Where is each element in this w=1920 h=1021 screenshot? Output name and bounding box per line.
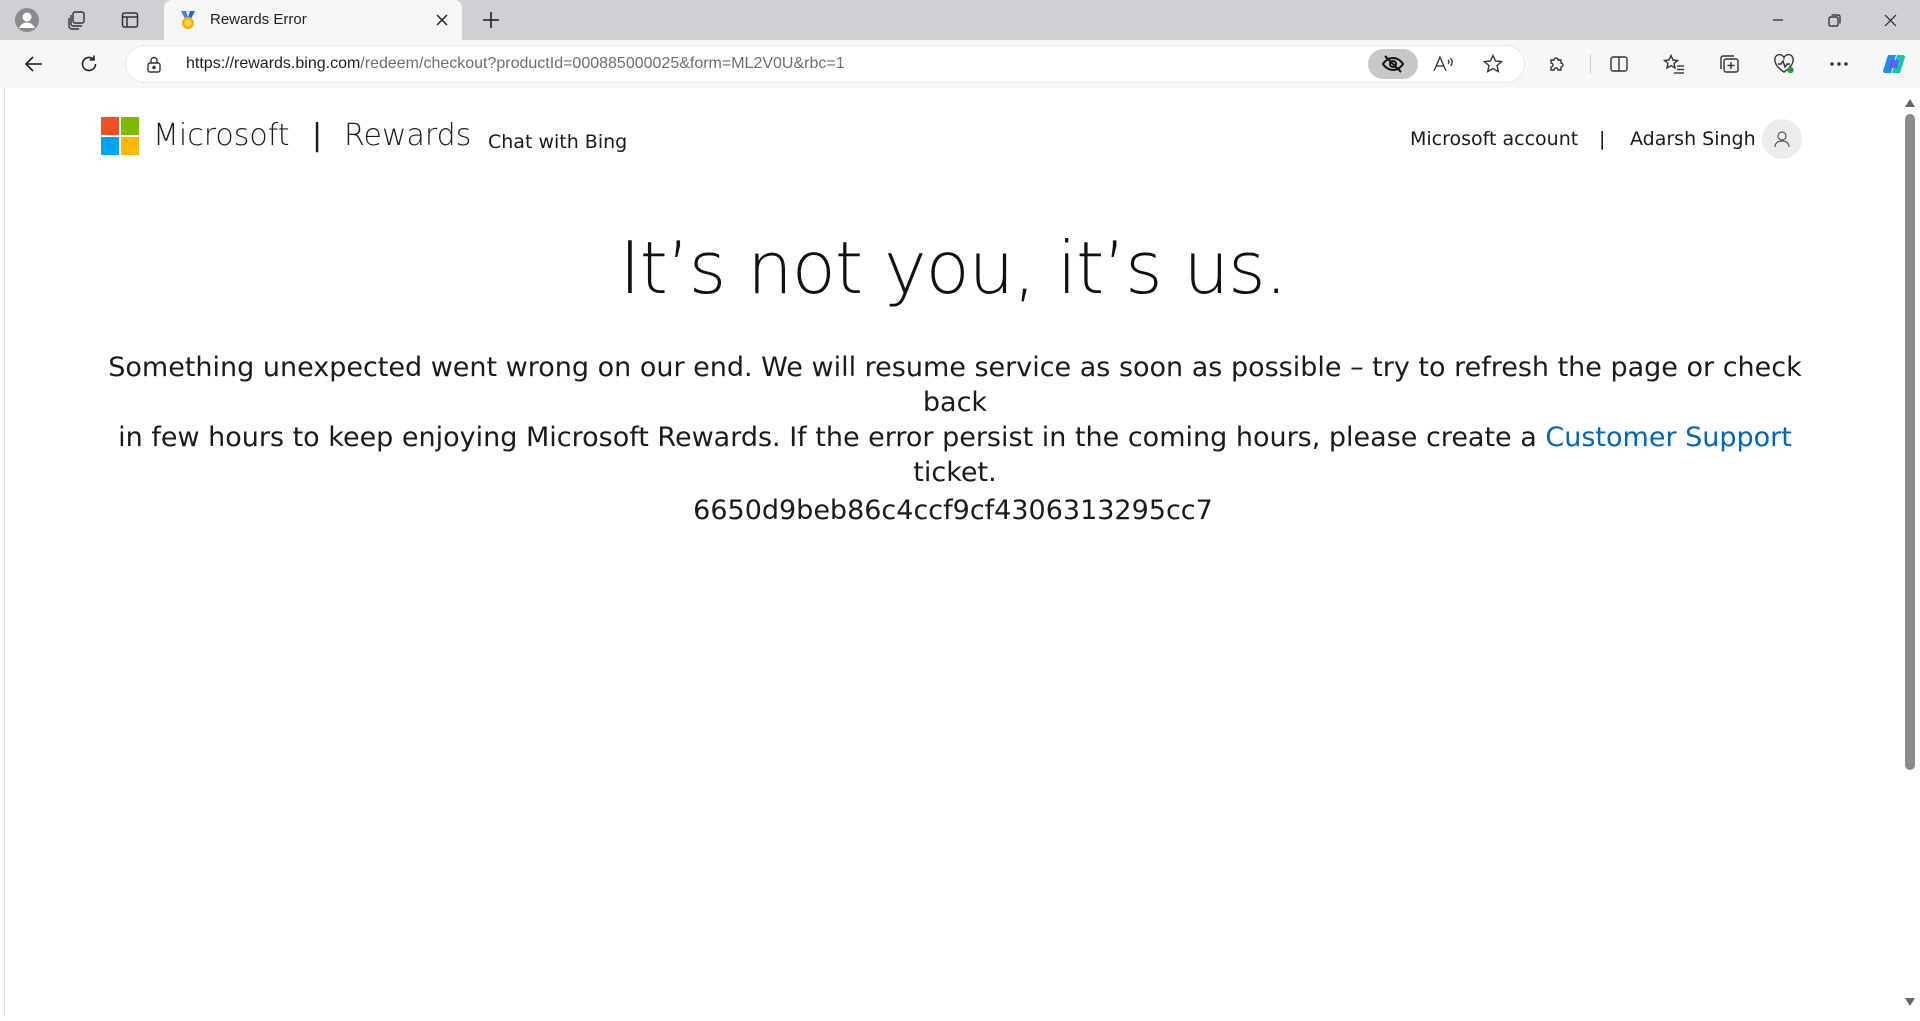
add-favorite-button[interactable] xyxy=(1479,50,1507,78)
error-code: 6650d9beb86c4ccf9cf4306313295cc7 xyxy=(693,495,1213,526)
error-message: Something unexpected went wrong on our e… xyxy=(105,350,1805,490)
logo-square-red xyxy=(101,117,119,135)
customer-support-link[interactable]: Customer Support xyxy=(1545,422,1791,453)
refresh-button[interactable] xyxy=(71,46,107,82)
triangle-up-icon xyxy=(1905,99,1915,107)
close-icon xyxy=(436,14,448,26)
page-scrollbar[interactable] xyxy=(1900,88,1920,1021)
tab-close-button[interactable] xyxy=(432,10,452,30)
collections-button[interactable] xyxy=(1713,48,1745,80)
brand-separator: | xyxy=(312,118,323,153)
scrollbar-thumb[interactable] xyxy=(1905,114,1915,770)
toolbar-divider xyxy=(1590,54,1591,74)
split-screen-button[interactable] xyxy=(1603,48,1635,80)
back-button[interactable] xyxy=(16,46,52,82)
vertical-tabs-button[interactable] xyxy=(113,3,147,37)
url-text: https://rewards.bing.com/redeem/checkout… xyxy=(186,55,845,73)
split-screen-icon xyxy=(1610,56,1628,72)
copilot-button[interactable] xyxy=(1878,48,1910,80)
error-message-line1: Something unexpected went wrong on our e… xyxy=(108,352,1802,418)
chat-with-bing-link[interactable]: Chat with Bing xyxy=(488,131,627,153)
read-aloud-button[interactable] xyxy=(1430,50,1458,78)
logo-square-blue xyxy=(101,137,119,155)
eye-slash-icon xyxy=(1382,55,1404,73)
favorites-button[interactable] xyxy=(1658,48,1690,80)
tracking-prevention-button[interactable] xyxy=(1368,49,1418,79)
active-tab[interactable]: Rewards Error xyxy=(164,0,462,40)
error-message-line2: in few hours to keep enjoying Microsoft … xyxy=(118,422,1546,453)
scroll-up-button[interactable] xyxy=(1904,97,1916,109)
restore-button[interactable] xyxy=(1806,0,1862,40)
lock-icon xyxy=(147,56,161,73)
logo-square-yellow xyxy=(121,137,139,155)
minimize-button[interactable] xyxy=(1750,0,1806,40)
workspaces-button[interactable] xyxy=(60,3,94,37)
extensions-button[interactable] xyxy=(1541,48,1573,80)
profile-button[interactable] xyxy=(10,3,44,37)
new-tab-button[interactable] xyxy=(475,4,507,36)
refresh-icon xyxy=(81,55,97,72)
tab-actions-icon xyxy=(121,12,139,28)
browser-toolbar: https://rewards.bing.com/redeem/checkout… xyxy=(0,40,1920,88)
page-content: Microsoft | Rewards Chat with Bing Micro… xyxy=(4,88,1900,1017)
user-name[interactable]: Adarsh Singh xyxy=(1630,128,1756,150)
minimize-icon xyxy=(1773,19,1783,21)
error-message-line2-end: ticket. xyxy=(913,457,997,488)
microsoft-account-link[interactable]: Microsoft account xyxy=(1410,128,1578,150)
scroll-down-button[interactable] xyxy=(1904,996,1916,1008)
tab-title: Rewards Error xyxy=(210,11,307,28)
url-path: /redeem/checkout?productId=000885000025&… xyxy=(360,55,845,72)
rewards-medal-icon xyxy=(178,10,198,30)
puzzle-icon xyxy=(1550,57,1564,71)
user-icon xyxy=(1774,131,1790,148)
brand-name[interactable]: Microsoft xyxy=(153,118,290,153)
more-icon xyxy=(1830,62,1848,66)
restore-icon xyxy=(1827,13,1841,27)
tab-bar: Rewards Error xyxy=(0,0,1920,40)
error-headline: It’s not you, it’s us. xyxy=(619,226,1287,310)
logo-square-green xyxy=(121,117,139,135)
favorites-list-icon xyxy=(1663,54,1684,74)
avatar[interactable] xyxy=(1762,119,1802,159)
microsoft-logo[interactable] xyxy=(101,117,139,155)
url-host: https://rewards.bing.com xyxy=(186,55,361,72)
workspaces-icon xyxy=(68,11,85,30)
account-separator: | xyxy=(1599,128,1606,150)
collections-icon xyxy=(1720,55,1739,73)
settings-more-button[interactable] xyxy=(1823,48,1855,80)
browser-essentials-button[interactable] xyxy=(1768,48,1800,80)
heart-pulse-icon xyxy=(1774,54,1794,74)
plus-icon xyxy=(483,12,499,28)
triangle-down-icon xyxy=(1905,998,1915,1006)
product-name[interactable]: Rewards xyxy=(344,118,471,153)
star-icon xyxy=(1483,54,1503,73)
profile-icon xyxy=(15,8,39,32)
back-arrow-icon xyxy=(24,56,42,72)
read-aloud-icon xyxy=(1433,55,1453,72)
address-bar[interactable]: https://rewards.bing.com/redeem/checkout… xyxy=(126,46,1524,82)
close-window-button[interactable] xyxy=(1862,0,1918,40)
close-icon xyxy=(1884,14,1896,26)
copilot-icon xyxy=(1883,55,1905,73)
